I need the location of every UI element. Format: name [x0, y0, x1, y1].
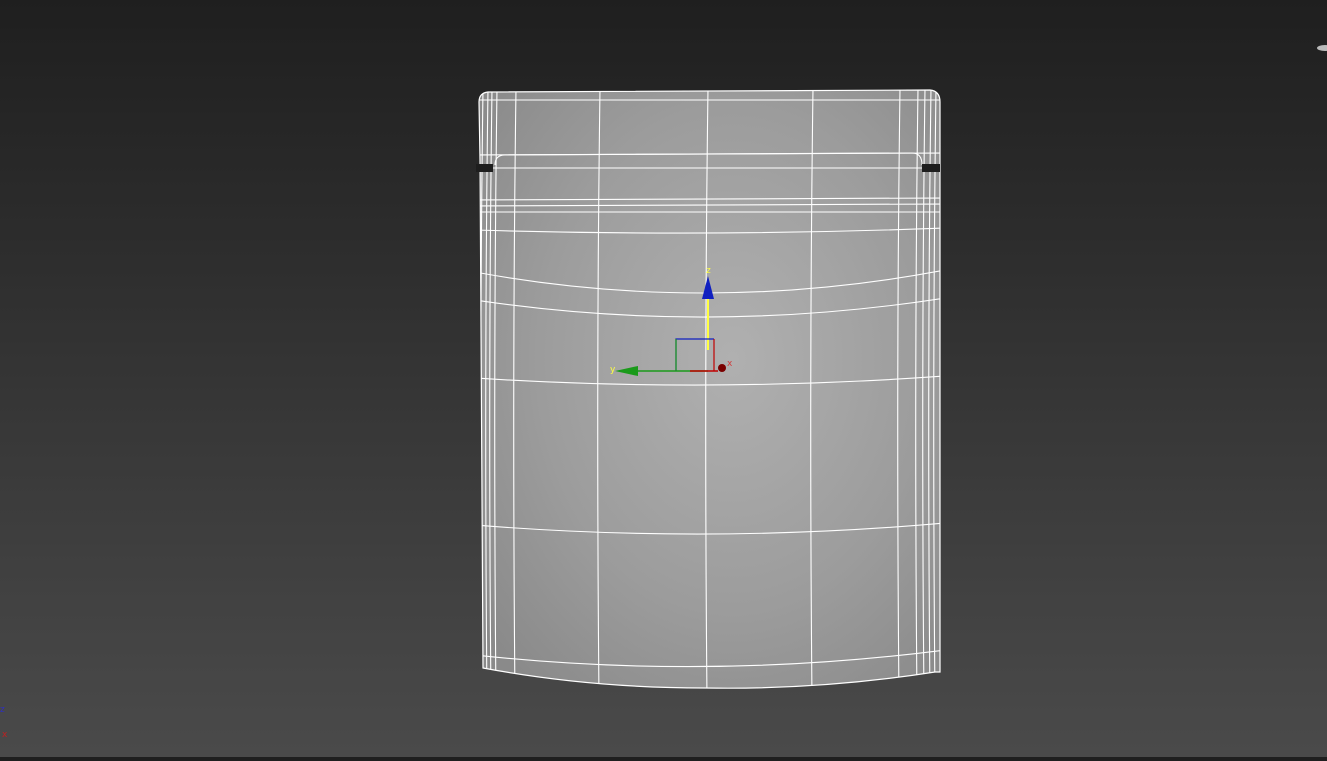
world-axis-x-label: x: [2, 730, 8, 740]
gizmo-x-label: x: [727, 359, 733, 369]
x-axis-handle[interactable]: [718, 364, 726, 372]
3d-viewport[interactable]: z y x z x: [0, 0, 1327, 757]
gizmo-z-label: z: [706, 266, 711, 276]
left-notch: [476, 164, 493, 172]
pouch-mesh[interactable]: [478, 89, 941, 689]
gizmo-y-label: y: [610, 365, 616, 375]
right-notch: [922, 164, 940, 172]
world-axis-z-label: z: [0, 705, 5, 715]
viewport-scene[interactable]: z y x: [0, 0, 1327, 757]
viewcube-edge[interactable]: [1317, 45, 1327, 51]
